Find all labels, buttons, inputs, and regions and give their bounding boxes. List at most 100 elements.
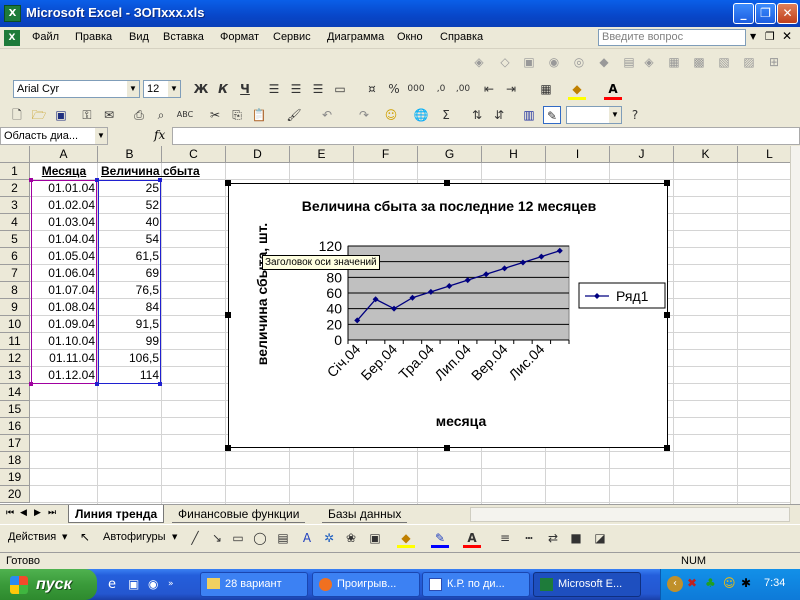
quicklaunch-icon[interactable]: ◉ [148,577,158,591]
tool-icon[interactable]: ▨ [740,53,758,71]
clock[interactable]: 7:34 [764,577,785,589]
menu-file[interactable]: Файл [32,31,59,43]
column-header[interactable]: K [674,146,738,163]
print-icon[interactable]: ⎙ [130,106,148,124]
column-header[interactable]: L [738,146,790,163]
taskbar-item[interactable]: 28 вариант [200,572,308,597]
tool-icon[interactable]: ◉ [545,53,563,71]
arrow-style-icon[interactable]: ⇄ [544,529,562,547]
tray-icon[interactable]: ✱ [741,576,751,590]
first-sheet-icon[interactable]: ⏮ [6,508,14,518]
row-header[interactable]: 17 [0,435,30,452]
column-header[interactable]: A [30,146,98,163]
menu-insert[interactable]: Вставка [163,31,204,43]
increase-decimal-icon[interactable]: ,0 [432,80,450,98]
row-header[interactable]: 5 [0,231,30,248]
font-name-combo[interactable]: Arial Cyr ▼ [13,80,140,98]
close-button[interactable]: ✕ [777,3,798,24]
row-header[interactable]: 11 [0,333,30,350]
doc-close-icon[interactable]: ✕ [782,29,792,43]
menu-edit[interactable]: Правка [75,31,112,43]
permission-icon[interactable]: ⚿ [78,106,96,124]
merge-cells-icon[interactable]: ▭ [331,80,349,98]
decrease-decimal-icon[interactable]: ,00 [454,80,472,98]
fx-icon[interactable]: fx [154,128,165,142]
line-style-icon[interactable]: ≡ [496,529,514,547]
start-button[interactable]: пуск [0,569,97,600]
cell-a1[interactable]: Месяца [30,163,98,180]
row-header[interactable]: 8 [0,282,30,299]
maximize-button[interactable]: ❐ [755,3,776,24]
chart-resize-handle[interactable] [444,445,450,451]
menu-window[interactable]: Окно [397,31,423,43]
selection-handle[interactable] [158,178,162,182]
taskbar-item[interactable]: К.Р. по ди... [422,572,530,597]
undo-icon[interactable]: ↶ [318,106,336,124]
minimize-button[interactable]: _ [733,3,754,24]
borders-icon[interactable]: ▦ [537,80,555,98]
3d-icon[interactable]: ◪ [591,529,609,547]
tray-icon[interactable]: ☺ [723,576,736,590]
align-left-icon[interactable]: ☰ [265,80,283,98]
vertical-scrollbar[interactable] [790,146,800,504]
percent-icon[interactable]: % [385,80,403,98]
row-header[interactable]: 10 [0,316,30,333]
chart-resize-handle[interactable] [664,180,670,186]
expand-icon[interactable]: » [168,579,174,589]
tool-icon[interactable]: ◎ [570,53,588,71]
taskbar-item-active[interactable]: Microsoft E... [533,572,641,597]
font-color-icon[interactable]: A [604,80,622,98]
align-right-icon[interactable]: ☰ [309,80,327,98]
bold-button[interactable]: Ж [192,80,210,98]
formula-input[interactable] [172,127,800,145]
tray-icon[interactable]: ✖ [687,576,697,590]
row-header[interactable]: 16 [0,418,30,435]
sheet-tab[interactable]: Финансовые функции [172,505,306,523]
oval-icon[interactable]: ◯ [251,529,269,547]
currency-icon[interactable]: ¤ [363,80,381,98]
picture-icon[interactable]: ▣ [366,529,384,547]
shadow-icon[interactable]: ■ [567,529,585,547]
tray-icon[interactable]: ♣ [705,576,716,590]
smiley-icon[interactable]: ☺ [382,106,400,124]
chevron-down-icon[interactable]: ▼ [609,107,621,123]
sheet-tab-active[interactable]: Линия тренда [68,505,165,523]
horizontal-scrollbar[interactable] [470,507,790,522]
selection-handle[interactable] [29,178,33,182]
tool-icon[interactable]: ◈ [470,53,488,71]
chart-area[interactable]: Величина сбыта за последние 12 месяцев 0 2… [228,183,668,448]
menu-view[interactable]: Вид [129,31,149,43]
help-icon[interactable]: ? [626,106,644,124]
select-all-corner[interactable] [0,146,30,163]
italic-button[interactable]: К [214,80,232,98]
tool-icon[interactable]: ⊞ [765,53,783,71]
actions-menu[interactable]: Действия [8,531,56,543]
row-header[interactable]: 9 [0,299,30,316]
chart-resize-handle[interactable] [225,312,231,318]
hyperlink-icon[interactable]: 🌐 [412,106,430,124]
tool-icon[interactable]: ◆ [595,53,613,71]
drawing-icon[interactable]: ✎ [543,106,561,124]
cell-b1[interactable]: Величина сбыта [98,163,226,180]
selection-handle[interactable] [29,382,33,386]
chevron-down-icon[interactable]: ▼ [168,81,180,97]
row-header[interactable]: 6 [0,248,30,265]
menu-help[interactable]: Справка [440,31,483,43]
row-header[interactable]: 19 [0,469,30,486]
thousands-icon[interactable]: 000 [407,80,425,98]
ie-icon[interactable]: e [108,577,116,592]
paste-icon[interactable]: 📋 [250,106,268,124]
chevron-down-icon[interactable]: ▼ [62,533,67,541]
print-preview-icon[interactable]: ⌕ [152,106,170,124]
name-box[interactable]: Область диа... ▼ [0,127,108,145]
increase-indent-icon[interactable]: ⇥ [502,80,520,98]
column-header[interactable]: I [546,146,610,163]
column-header[interactable]: E [290,146,354,163]
rectangle-icon[interactable]: ▭ [229,529,247,547]
row-header[interactable]: 18 [0,452,30,469]
last-sheet-icon[interactable]: ⏭ [48,508,56,518]
selection-handle[interactable] [95,382,99,386]
format-painter-icon[interactable]: 🖌 [285,106,303,124]
open-icon[interactable]: 🗁 [30,106,48,124]
row-header[interactable]: 1 [0,163,30,180]
